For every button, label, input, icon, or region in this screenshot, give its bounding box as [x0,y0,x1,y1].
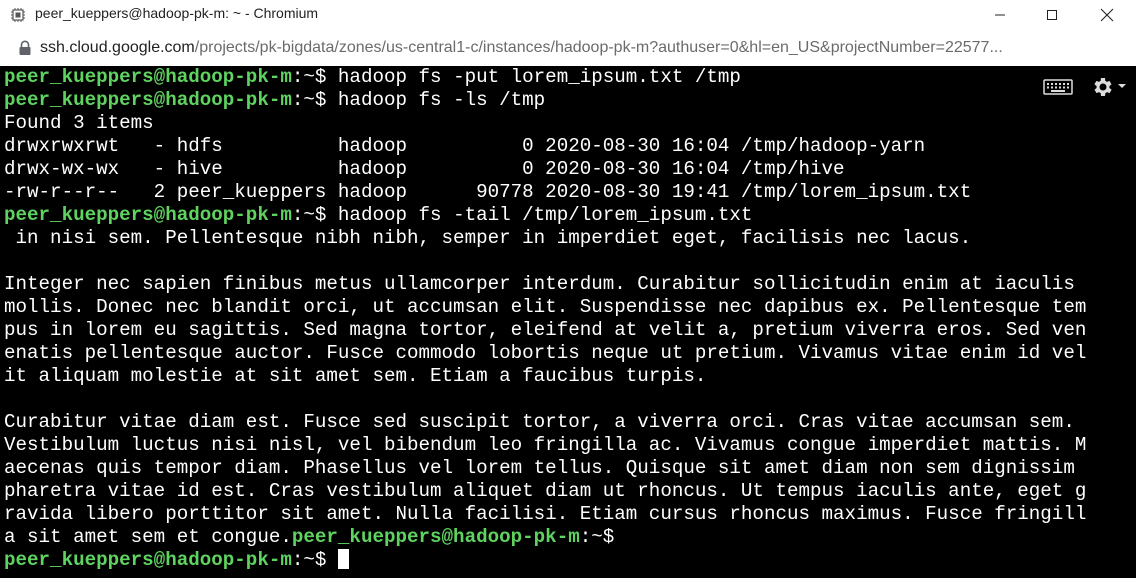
output-text: enatis pellentesque auctor. Fusce commod… [4,342,1087,364]
output-text: pharetra vitae id est. Cras vestibulum a… [4,480,1087,502]
terminal-cursor[interactable] [337,549,349,569]
terminal-line: it aliquam molestie at sit amet sem. Eti… [4,365,1086,388]
maximize-button[interactable] [1029,0,1075,30]
chromium-app-icon [11,8,25,22]
terminal-line: drwx-wx-wx - hive hadoop 0 2020-08-30 16… [4,158,1086,181]
close-button[interactable] [1084,0,1130,30]
window-title: peer_kueppers@hadoop-pk-m: ~ - Chromium [35,5,319,21]
url-path: /projects/pk-bigdata/zones/us-central1-c… [194,39,1003,56]
output-text: drwxrwxrwt - hdfs hadoop 0 2020-08-30 16… [4,135,926,157]
output-text: Curabitur vitae diam est. Fusce sed susc… [4,411,1075,433]
terminal-line: Integer nec sapien finibus metus ullamco… [4,273,1086,296]
minimize-button[interactable] [977,0,1023,30]
prompt-path: :~$ [291,204,338,226]
output-text: Vestibulum luctus nisi nisl, vel bibendu… [4,434,1087,456]
output-text: pus in lorem eu sagittis. Sed magna tort… [4,319,1087,341]
output-text: aecenas quis tempor diam. Phasellus vel … [4,457,1075,479]
terminal-line: pharetra vitae id est. Cras vestibulum a… [4,480,1086,503]
terminal-line: peer_kueppers@hadoop-pk-m:~$ [4,549,1086,572]
prompt-path: :~$ [291,549,338,571]
terminal-line: pus in lorem eu sagittis. Sed magna tort… [4,319,1086,342]
output-text: drwx-wx-wx - hive hadoop 0 2020-08-30 16… [4,158,845,180]
prompt-path: :~$ [579,526,626,548]
minimize-icon [995,14,1005,16]
terminal-output: peer_kueppers@hadoop-pk-m:~$ hadoop fs -… [4,66,1086,572]
output-text: in nisi sem. Pellentesque nibh nibh, sem… [4,227,972,249]
prompt-path: :~$ [291,66,338,88]
terminal-area[interactable]: peer_kueppers@hadoop-pk-m:~$ hadoop fs -… [0,66,1136,578]
chevron-down-icon[interactable] [1117,82,1127,90]
output-text: mollis. Donec nec blandit orci, ut accum… [4,296,1087,318]
command-text: hadoop fs -tail /tmp/lorem_ipsum.txt [337,204,753,226]
close-icon [1100,8,1114,22]
address-bar[interactable]: ssh.cloud.google.com/projects/pk-bigdata… [0,30,1136,67]
window-titlebar: peer_kueppers@hadoop-pk-m: ~ - Chromium [0,0,1136,30]
maximize-icon [1047,10,1057,20]
terminal-line: peer_kueppers@hadoop-pk-m:~$ hadoop fs -… [4,89,1086,112]
command-text: hadoop fs -put lorem_ipsum.txt /tmp [337,66,741,88]
command-text: hadoop fs -ls /tmp [337,89,546,111]
gear-icon[interactable] [1090,75,1114,99]
terminal-line: mollis. Donec nec blandit orci, ut accum… [4,296,1086,319]
terminal-line: ravida libero porttitor sit amet. Nulla … [4,503,1086,526]
prompt-user: peer_kueppers@hadoop-pk-m [4,549,292,571]
output-text: Integer nec sapien finibus metus ullamco… [4,273,1075,295]
url-text[interactable]: ssh.cloud.google.com/projects/pk-bigdata… [40,39,1003,57]
terminal-line: peer_kueppers@hadoop-pk-m:~$ hadoop fs -… [4,66,1086,89]
prompt-user: peer_kueppers@hadoop-pk-m [4,66,292,88]
terminal-line: enatis pellentesque auctor. Fusce commod… [4,342,1086,365]
terminal-line: a sit amet sem et congue.peer_kueppers@h… [4,526,1086,549]
terminal-line: drwxrwxrwt - hdfs hadoop 0 2020-08-30 16… [4,135,1086,158]
terminal-line: in nisi sem. Pellentesque nibh nibh, sem… [4,227,1086,250]
terminal-line: Found 3 items [4,112,1086,135]
terminal-line: -rw-r--r-- 2 peer_kueppers hadoop 90778 … [4,181,1086,204]
output-text: it aliquam molestie at sit amet sem. Eti… [4,365,707,387]
keyboard-icon[interactable] [1043,79,1073,95]
terminal-line: Curabitur vitae diam est. Fusce sed susc… [4,411,1086,434]
output-text: a sit amet sem et congue. [4,526,292,548]
prompt-user: peer_kueppers@hadoop-pk-m [4,204,292,226]
prompt-user: peer_kueppers@hadoop-pk-m [4,89,292,111]
output-text: ravida libero porttitor sit amet. Nulla … [4,503,1087,525]
url-host: ssh.cloud.google.com [40,39,195,56]
lock-icon[interactable] [18,40,32,56]
output-text: Found 3 items [4,112,154,134]
terminal-line: peer_kueppers@hadoop-pk-m:~$ hadoop fs -… [4,204,1086,227]
terminal-line: aecenas quis tempor diam. Phasellus vel … [4,457,1086,480]
prompt-user: peer_kueppers@hadoop-pk-m [291,526,580,548]
prompt-path: :~$ [291,89,338,111]
output-text: -rw-r--r-- 2 peer_kueppers hadoop 90778 … [4,181,972,203]
terminal-line: Vestibulum luctus nisi nisl, vel bibendu… [4,434,1086,457]
